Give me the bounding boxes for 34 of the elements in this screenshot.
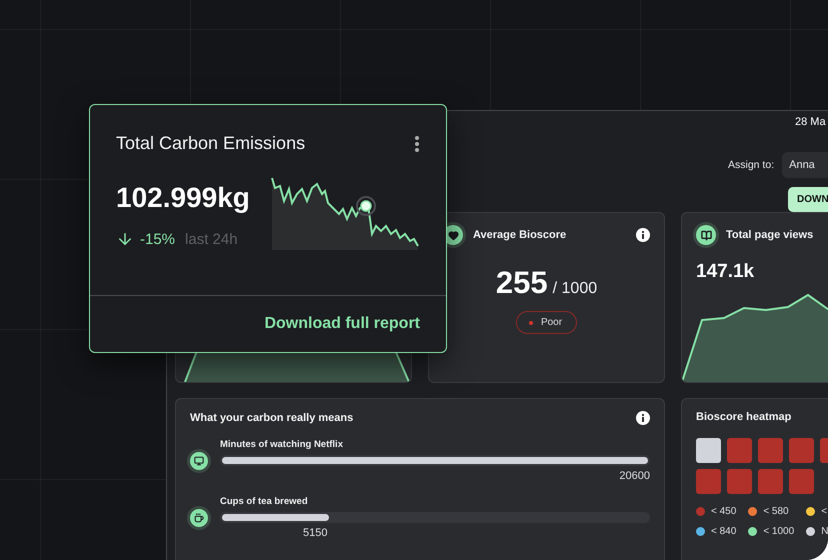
card-title: Average Bioscore bbox=[473, 229, 568, 241]
emissions-value: 102.999kg bbox=[116, 182, 250, 214]
legend-label: < 1000 bbox=[763, 526, 794, 537]
info-icon[interactable] bbox=[636, 228, 650, 242]
info-icon[interactable] bbox=[636, 411, 650, 425]
rating-text: Poor bbox=[540, 317, 562, 328]
book-icon bbox=[696, 225, 716, 245]
assignee-select[interactable]: Anna bbox=[782, 152, 828, 178]
views-value: 147.1k bbox=[696, 261, 756, 283]
assign-label: Assign to: bbox=[728, 159, 774, 171]
change-value: -15% bbox=[140, 230, 176, 248]
score-value: 255 bbox=[496, 265, 548, 301]
legend-label: < bbox=[821, 506, 828, 517]
legend-label: N bbox=[821, 526, 828, 537]
score-max: / 1000 bbox=[552, 280, 598, 298]
item-label: Minutes of watching Netflix bbox=[220, 439, 344, 450]
item-value: 20600 bbox=[619, 470, 650, 482]
down-arrow-icon bbox=[116, 230, 134, 248]
download-button[interactable]: DOWN bbox=[788, 187, 828, 212]
card-title: Total page views bbox=[726, 229, 814, 241]
cup-icon bbox=[194, 512, 204, 522]
monitor-icon bbox=[194, 456, 204, 466]
download-report-link[interactable]: Download full report bbox=[264, 315, 420, 333]
item-label: Cups of tea brewed bbox=[220, 496, 309, 507]
card-title: Total Carbon Emissions bbox=[116, 133, 306, 154]
item-value: 5150 bbox=[303, 527, 328, 539]
card-title: What your carbon really means bbox=[190, 412, 354, 424]
date-text: 28 Ma bbox=[794, 116, 827, 130]
card-title: Bioscore heatmap bbox=[696, 411, 792, 423]
period-text: last 24h bbox=[185, 230, 238, 248]
more-icon[interactable] bbox=[414, 134, 420, 152]
legend-label: < 450 bbox=[711, 506, 736, 517]
legend-label: < 580 bbox=[763, 506, 789, 517]
legend-label: < 840 bbox=[711, 526, 736, 537]
